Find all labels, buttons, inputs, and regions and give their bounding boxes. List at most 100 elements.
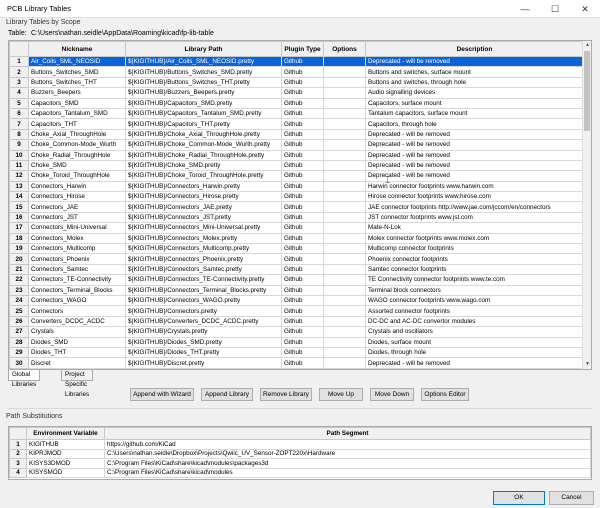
paths-corner-header[interactable]: [9, 427, 27, 440]
cell-nickname[interactable]: Buzzers_Beepers: [28, 87, 126, 99]
library-row[interactable]: 28 Diodes_SMD ${KIGITHUB}/Diodes_SMD.prett…: [9, 336, 584, 348]
cell-library-path[interactable]: ${KIGITHUB}/Buzzers_Beepers.pretty: [125, 87, 282, 99]
cell-options[interactable]: [323, 191, 366, 203]
cell-path-segment[interactable]: C:\Program Files\KiCad\share\kicad\modul…: [104, 458, 591, 469]
cell-description[interactable]: Crystals and oscillators: [365, 326, 584, 338]
cell-path-segment[interactable]: https://github.com/KiCad: [104, 439, 591, 450]
cell-library-path[interactable]: ${KIGITHUB}/Choke_Axial_ThroughHole.pret…: [125, 128, 282, 141]
library-row[interactable]: 25 Connectors ${KIGITHUB}/Connectors.prett…: [9, 305, 584, 317]
library-row[interactable]: 16 Connectors_JST ${KIGITHUB}/Connectors_J…: [9, 211, 584, 224]
row-header[interactable]: 17: [9, 222, 29, 234]
library-row[interactable]: 6 Capacitors_Tantalum_SMD ${KIGITHUB}/Capa…: [9, 107, 584, 120]
cell-description[interactable]: Deprecated - will be removed: [365, 170, 584, 182]
row-header[interactable]: 8: [9, 128, 29, 141]
move-down-button[interactable]: Move Down: [370, 388, 414, 401]
cell-plugin-type[interactable]: Github: [281, 55, 324, 68]
library-row[interactable]: 29 Diodes_THT ${KIGITHUB}/Diodes_THT.prett…: [9, 346, 584, 359]
cell-plugin-type[interactable]: Github: [281, 253, 324, 265]
cell-description[interactable]: Deprecated - will be removed: [365, 128, 584, 141]
grid-scrollbar[interactable]: ▲ ▼: [582, 41, 591, 369]
row-header[interactable]: 4: [9, 467, 27, 478]
cell-plugin-type[interactable]: Github: [281, 315, 324, 328]
cell-library-path[interactable]: ${KIGITHUB}/Connectors_WAGO.pretty: [125, 294, 282, 307]
cell-library-path[interactable]: ${KIGITHUB}/Diodes_THT.pretty: [125, 346, 282, 359]
row-header[interactable]: 3: [9, 458, 27, 469]
row-header[interactable]: 29: [9, 346, 29, 359]
row-header[interactable]: 23: [9, 284, 29, 297]
cell-nickname[interactable]: Connectors_Samtec: [28, 263, 126, 276]
cell-nickname[interactable]: Connectors_Molex: [28, 232, 126, 245]
cell-description[interactable]: Deprecated - will be removed: [365, 149, 584, 161]
cell-nickname[interactable]: Choke_Toroid_ThroughHole: [28, 170, 126, 182]
minimize-button[interactable]: —: [510, 0, 540, 18]
cell-library-path[interactable]: ${KIGITHUB}/Choke_Radial_ThroughHole.pre…: [125, 149, 282, 161]
library-row[interactable]: 24 Connectors_WAGO ${KIGITHUB}/Connectors_…: [9, 294, 584, 307]
row-header[interactable]: 5: [9, 97, 29, 109]
cell-plugin-type[interactable]: Github: [281, 336, 324, 348]
cell-description[interactable]: Hirose connector footprints www.hirose.c…: [365, 191, 584, 203]
cell-plugin-type[interactable]: Github: [281, 159, 324, 172]
cell-description[interactable]: JAE connector footprints http://www.jae.…: [365, 201, 584, 213]
cell-options[interactable]: [323, 274, 366, 286]
cell-options[interactable]: [323, 128, 366, 141]
library-row[interactable]: 10 Choke_Radial_ThroughHole ${KIGITHUB}/Ch…: [9, 149, 584, 161]
cell-nickname[interactable]: Capacitors_SMD: [28, 97, 126, 109]
row-header[interactable]: 1: [9, 439, 27, 450]
cell-nickname[interactable]: Connectors: [28, 305, 126, 317]
cell-plugin-type[interactable]: Github: [281, 243, 324, 255]
cell-nickname[interactable]: Choke_SMD: [28, 159, 126, 172]
cell-description[interactable]: Samtec connector footprints: [365, 263, 584, 276]
cell-options[interactable]: [323, 97, 366, 109]
cell-description[interactable]: Molex connector footprints www.molex.com: [365, 232, 584, 245]
cell-options[interactable]: [323, 149, 366, 161]
column-header-description[interactable]: Description: [365, 41, 584, 57]
path-substitution-row[interactable]: 1 KIGITHUB https://github.com/KiCad: [9, 439, 591, 450]
row-header[interactable]: 18: [9, 232, 29, 245]
cell-library-path[interactable]: ${KIGITHUB}/Connectors_Samtec.pretty: [125, 263, 282, 276]
cell-library-path[interactable]: ${KIGITHUB}/Connectors_JAE.pretty: [125, 201, 282, 213]
cell-plugin-type[interactable]: Github: [281, 118, 324, 130]
tab-project-libraries[interactable]: Project Specific Libraries: [61, 370, 94, 398]
cell-description[interactable]: Buttons and switches, through hole: [365, 76, 584, 89]
cell-library-path[interactable]: ${KIGITHUB}/Buttons_Switches_SMD.pretty: [125, 66, 282, 78]
library-row[interactable]: 1 Air_Coils_SML_NEOSID ${KIGITHUB}/Air_Coi…: [9, 55, 584, 68]
library-row[interactable]: 18 Connectors_Molex ${KIGITHUB}/Connectors…: [9, 232, 584, 245]
row-header[interactable]: 24: [9, 294, 29, 307]
options-editor-button[interactable]: Options Editor: [421, 388, 469, 401]
cell-options[interactable]: [323, 263, 366, 276]
library-row[interactable]: 9 Choke_Common-Mode_Wurth ${KIGITHUB}/Chok…: [9, 139, 584, 151]
cell-options[interactable]: [323, 336, 366, 348]
row-header[interactable]: 16: [9, 211, 29, 224]
library-row[interactable]: 14 Connectors_Hirose ${KIGITHUB}/Connector…: [9, 191, 584, 203]
cell-plugin-type[interactable]: Github: [281, 367, 324, 369]
cell-plugin-type[interactable]: Github: [281, 294, 324, 307]
cell-nickname[interactable]: Crystals: [28, 326, 126, 338]
path-substitution-row[interactable]: 3 KISYS3DMOD C:\Program Files\KiCad\share\…: [9, 458, 591, 469]
cell-nickname[interactable]: Diodes_THT: [28, 346, 126, 359]
cell-library-path[interactable]: ${KIGITHUB}/Capacitors_SMD.pretty: [125, 97, 282, 109]
library-row[interactable]: 21 Connectors_Samtec ${KIGITHUB}/Connector…: [9, 263, 584, 276]
cell-nickname[interactable]: Discret: [28, 357, 126, 369]
row-header[interactable]: 3: [9, 76, 29, 89]
cell-options[interactable]: [323, 139, 366, 151]
row-header[interactable]: 12: [9, 170, 29, 182]
cell-library-path[interactable]: ${KIGITHUB}/Displays_7-Segment.pretty: [125, 367, 282, 369]
cell-description[interactable]: Diodes, through hole: [365, 346, 584, 359]
cell-library-path[interactable]: ${KIGITHUB}/Connectors_JST.pretty: [125, 211, 282, 224]
cell-options[interactable]: [323, 107, 366, 120]
ok-button[interactable]: OK: [493, 491, 545, 505]
row-header[interactable]: 2: [9, 448, 27, 459]
cell-options[interactable]: [323, 76, 366, 89]
row-header[interactable]: 4: [9, 87, 29, 99]
remove-library-button[interactable]: Remove Library: [260, 388, 312, 401]
cell-options[interactable]: [323, 222, 366, 234]
cell-plugin-type[interactable]: Github: [281, 222, 324, 234]
row-header[interactable]: 11: [9, 159, 29, 172]
cell-plugin-type[interactable]: Github: [281, 232, 324, 245]
cell-options[interactable]: [323, 232, 366, 245]
column-header-library-path[interactable]: Library Path: [125, 41, 282, 57]
cell-plugin-type[interactable]: Github: [281, 357, 324, 369]
cell-path-segment[interactable]: C:\Users\nathan.seidle\Dropbox\Projects\…: [104, 448, 591, 459]
cell-description[interactable]: Mate-N-Lok: [365, 222, 584, 234]
column-header-plugin-type[interactable]: Plugin Type: [281, 41, 324, 57]
